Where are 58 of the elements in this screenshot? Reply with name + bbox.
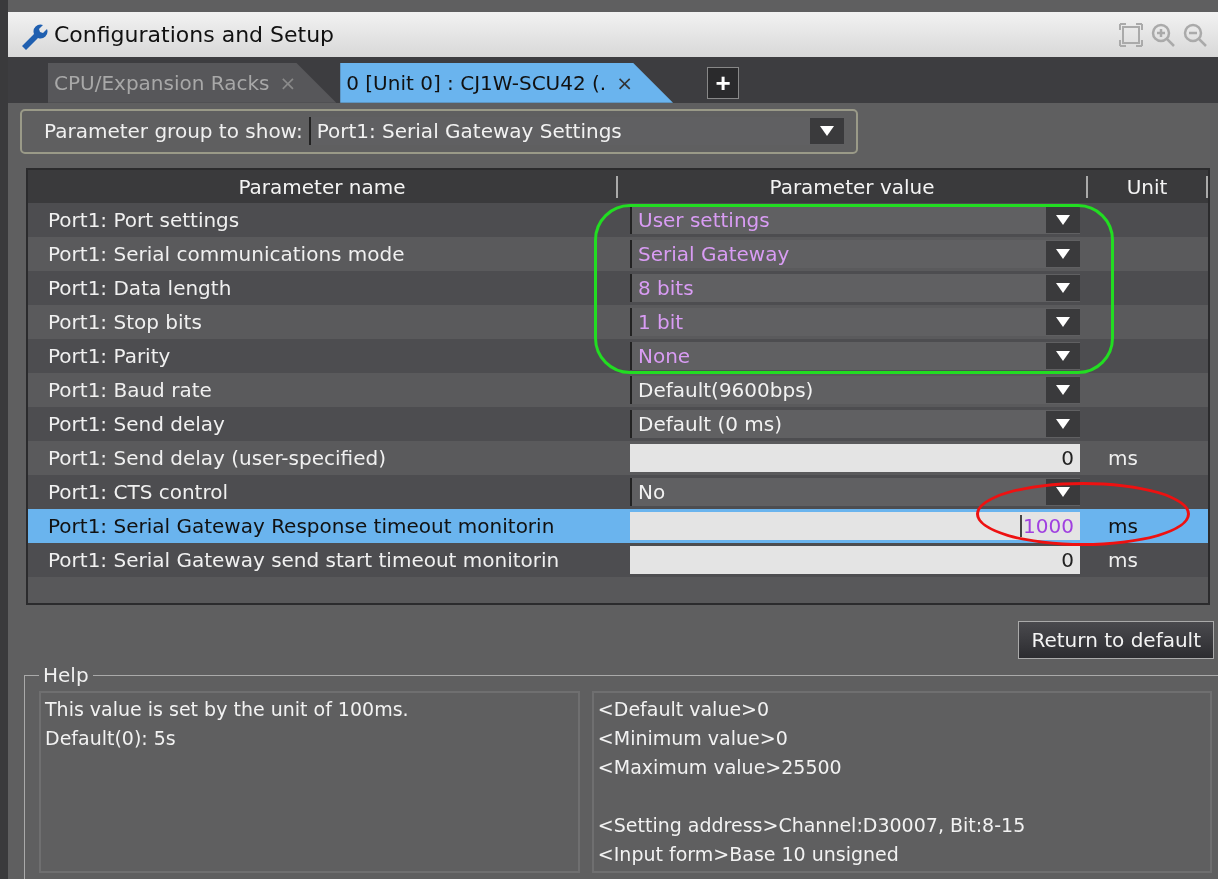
dropdown-arrow-icon — [1055, 350, 1071, 362]
value-field[interactable]: 0 — [630, 546, 1080, 574]
help-text: <Default value>0 — [597, 697, 771, 722]
parameter-name: Port1: Serial Gateway send start timeout monitorin — [47, 548, 561, 572]
dropdown-arrow-icon — [1055, 384, 1071, 396]
zoom-in-icon[interactable] — [1150, 21, 1176, 48]
add-tab-button[interactable]: + — [707, 66, 739, 99]
parameter-name: Port1: Serial Gateway Response timeout monitorin — [47, 514, 556, 538]
help-title: Help — [42, 663, 90, 687]
dropdown-arrow-icon — [1055, 214, 1071, 226]
fit-view-icon[interactable] — [1118, 21, 1144, 48]
tab[interactable]: 0 [Unit 0] : CJ1W-SCU42 (. × — [340, 62, 673, 103]
table-row[interactable]: Port1: Port settings User settings — [28, 203, 1208, 237]
parameter-name: Port1: Data length — [47, 276, 233, 300]
value-dropdown[interactable]: Default (0 ms) — [630, 410, 1080, 438]
table-row[interactable]: Port1: Send delay Default (0 ms) — [28, 407, 1208, 441]
dropdown-arrow-icon — [819, 125, 835, 138]
table-row[interactable]: Port1: CTS control No — [28, 475, 1208, 509]
column-header: Unit — [1088, 176, 1208, 198]
parameter-group-dropdown[interactable]: Port1: Serial Gateway Settings — [308, 117, 844, 146]
table-row[interactable]: Port1: Serial Gateway send start timeout monitorin 0 ms — [28, 543, 1208, 577]
column-header: Parameter value — [618, 176, 1088, 198]
parameter-name: Port1: Send delay — [47, 412, 226, 436]
parameter-name: Port1: Port settings — [47, 208, 241, 232]
parameter-group-label: Parameter group to show: — [44, 119, 303, 144]
value-field[interactable]: 1000 — [630, 512, 1080, 540]
parameter-name: Port1: Stop bits — [47, 310, 203, 334]
unit-text: ms — [1107, 446, 1139, 470]
parameter-name: Port1: CTS control — [47, 480, 230, 504]
help-text: <Input form>Base 10 unsigned — [597, 842, 900, 867]
help-text: <Minimum value>0 — [597, 726, 789, 751]
unit-text: ms — [1107, 514, 1139, 538]
value-dropdown[interactable]: Default(9600bps) — [630, 376, 1080, 404]
window-title: Configurations and Setup — [54, 22, 336, 48]
table-row[interactable]: Port1: Serial Gateway Response timeout monitorin 1000 ms — [28, 509, 1208, 543]
parameter-name: Port1: Parity — [47, 344, 172, 368]
parameter-name: Port1: Send delay (user-specified) — [47, 446, 387, 470]
dropdown-arrow-icon — [1055, 316, 1071, 328]
dropdown-arrow-icon — [1055, 486, 1071, 498]
value-field[interactable]: 0 — [630, 444, 1080, 472]
value-dropdown[interactable]: No — [630, 478, 1080, 506]
dropdown-arrow-icon — [1055, 248, 1071, 260]
parameter-name: Port1: Serial communications mode — [47, 242, 406, 266]
help-text: <Setting address>Channel:D30007, Bit:8-15 — [597, 813, 1027, 838]
table-row[interactable]: Port1: Parity None — [28, 339, 1208, 373]
zoom-out-icon[interactable] — [1182, 21, 1208, 48]
return-to-default-button[interactable]: Return to default — [1018, 621, 1214, 659]
help-text: Default(0): 5s — [45, 726, 177, 751]
unit-text: ms — [1107, 548, 1139, 572]
dropdown-arrow-icon — [1055, 418, 1071, 430]
tab[interactable]: CPU/Expansion Racks × — [48, 62, 337, 103]
column-header: Parameter name — [28, 176, 618, 198]
help-text: <Maximum value>25500 — [597, 755, 843, 780]
dropdown-arrow-icon — [1055, 282, 1071, 294]
close-icon[interactable]: × — [616, 70, 633, 95]
parameter-name: Port1: Baud rate — [47, 378, 213, 402]
table-row[interactable]: Port1: Data length 8 bits — [28, 271, 1208, 305]
help-text: This value is set by the unit of 100ms. — [45, 697, 410, 722]
